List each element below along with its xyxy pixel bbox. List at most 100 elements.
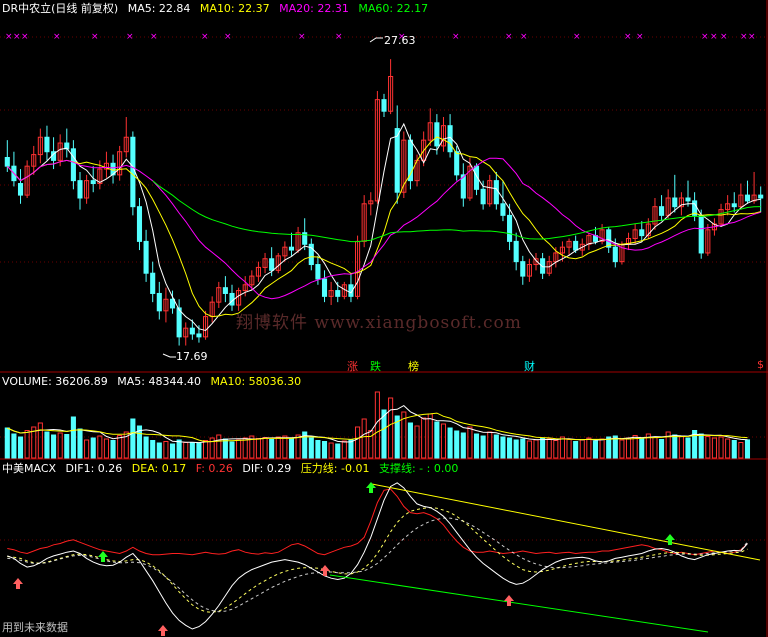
candle-body bbox=[394, 128, 400, 193]
volume-bar bbox=[566, 439, 572, 459]
volume-bar bbox=[90, 437, 96, 459]
volume-bar bbox=[513, 439, 519, 459]
volume-header: VOLUME: 36206.89 MA5: 48344.40 MA10: 580… bbox=[2, 375, 307, 389]
candle-body bbox=[454, 151, 460, 176]
ma60-line bbox=[152, 180, 761, 243]
volume-bar bbox=[454, 430, 460, 459]
volume-bar bbox=[460, 432, 466, 459]
candle-body bbox=[4, 157, 10, 167]
volume-bar bbox=[599, 438, 605, 459]
low-price-label: 17.69 bbox=[176, 350, 208, 363]
support-line-readout: 支撑线: - : 0.00 bbox=[378, 462, 459, 475]
volume-bar bbox=[130, 418, 136, 459]
volume-bar bbox=[592, 440, 599, 459]
candle-body bbox=[606, 229, 612, 248]
volume-bar bbox=[573, 441, 579, 459]
candle-body bbox=[44, 136, 50, 153]
candle-body bbox=[17, 183, 24, 196]
volume-bar bbox=[421, 417, 427, 459]
candle-body bbox=[130, 136, 136, 208]
volume-bar bbox=[321, 441, 328, 459]
stock-title: DR中农立(日线 前复权) bbox=[2, 2, 119, 15]
volume-bar bbox=[374, 391, 380, 459]
volume-bar bbox=[407, 422, 413, 459]
volume-bar bbox=[103, 438, 109, 459]
candle-body bbox=[196, 333, 202, 338]
volume-bar bbox=[355, 426, 361, 459]
volume-bar bbox=[520, 438, 526, 459]
dif-line bbox=[7, 517, 748, 613]
pressure-line-readout: 压力线: -0.01 bbox=[300, 462, 370, 475]
ma20-line bbox=[6, 157, 761, 300]
marker-cross: × bbox=[150, 32, 158, 42]
volume-bar bbox=[672, 434, 678, 459]
marker-cross: × bbox=[5, 32, 13, 42]
volume-bar bbox=[341, 440, 347, 459]
volume-bar bbox=[295, 434, 301, 459]
candle-body bbox=[513, 240, 519, 263]
marker-cross: × bbox=[710, 32, 718, 42]
volume-bar bbox=[639, 438, 645, 459]
ma10-readout: MA10: 22.37 bbox=[199, 2, 270, 15]
stock-chart-window: × × × × × × × × × × × × × × × × × × × × × × × DR中农立(日线 前复权) MA… bbox=[0, 0, 768, 637]
volume-bar bbox=[335, 443, 341, 459]
volume-ma5-readout: MA5: 48344.40 bbox=[117, 375, 201, 388]
marker-cross: × bbox=[573, 32, 581, 42]
pressure-line bbox=[371, 483, 761, 561]
volume-bar bbox=[255, 438, 261, 459]
low-pointer bbox=[162, 353, 176, 358]
volume-bar bbox=[196, 443, 202, 459]
event-tag-rise[interactable]: 涨 bbox=[346, 358, 359, 374]
volume-bar bbox=[526, 440, 532, 459]
volume-bar bbox=[183, 442, 189, 459]
volume-bar bbox=[434, 421, 440, 459]
dif1-line bbox=[7, 482, 748, 630]
volume-bar bbox=[44, 431, 50, 459]
event-tag-fall[interactable]: 跌 bbox=[369, 358, 382, 374]
volume-bar bbox=[533, 439, 539, 459]
volume-bar bbox=[348, 439, 354, 459]
candle-body bbox=[189, 327, 195, 335]
candle-body bbox=[480, 188, 486, 205]
volume-readout: VOLUME: 36206.89 bbox=[2, 375, 108, 388]
candle-body bbox=[90, 180, 96, 185]
volume-bar bbox=[64, 434, 70, 459]
volume-bar bbox=[203, 440, 209, 459]
volume-bar bbox=[269, 439, 275, 459]
candle-body bbox=[520, 261, 526, 277]
volume-ma10-readout: MA10: 58036.30 bbox=[210, 375, 302, 388]
volume-bar bbox=[262, 437, 268, 459]
volume-bar bbox=[37, 422, 43, 459]
candle-body bbox=[150, 272, 156, 294]
indicator-name: 中美MACX bbox=[2, 462, 57, 475]
marker-cross: × bbox=[505, 32, 513, 42]
volume-bar bbox=[718, 436, 724, 459]
volume-bar bbox=[229, 441, 235, 459]
candle-body bbox=[222, 287, 228, 294]
event-tag-dollar[interactable]: $ bbox=[756, 358, 765, 371]
volume-bar bbox=[163, 441, 169, 459]
volume-bar bbox=[487, 431, 493, 459]
marker-cross: × bbox=[201, 32, 209, 42]
volume-bar bbox=[70, 416, 76, 459]
volume-bar bbox=[480, 435, 486, 459]
candle-body bbox=[176, 307, 182, 338]
event-tag-finance[interactable]: 财 bbox=[523, 358, 536, 374]
candle-body bbox=[758, 194, 764, 199]
volume-bar bbox=[236, 439, 242, 459]
volume-bar bbox=[652, 436, 658, 459]
f-line bbox=[7, 488, 748, 556]
candle-body bbox=[143, 240, 149, 274]
marker-cross: × bbox=[91, 32, 99, 42]
volume-bar bbox=[553, 440, 559, 459]
volume-bar bbox=[117, 435, 123, 459]
volume-bar bbox=[282, 435, 288, 459]
volume-bar bbox=[440, 423, 447, 459]
volume-bar bbox=[705, 436, 711, 459]
marker-cross: × bbox=[720, 32, 728, 42]
event-tag-list[interactable]: 榜 bbox=[407, 358, 420, 374]
volume-bar bbox=[744, 439, 751, 459]
f-readout: F: 0.26 bbox=[195, 462, 233, 475]
watermark: 翔博软件 www.xiangbosoft.com bbox=[236, 313, 522, 333]
volume-bar bbox=[288, 438, 295, 459]
